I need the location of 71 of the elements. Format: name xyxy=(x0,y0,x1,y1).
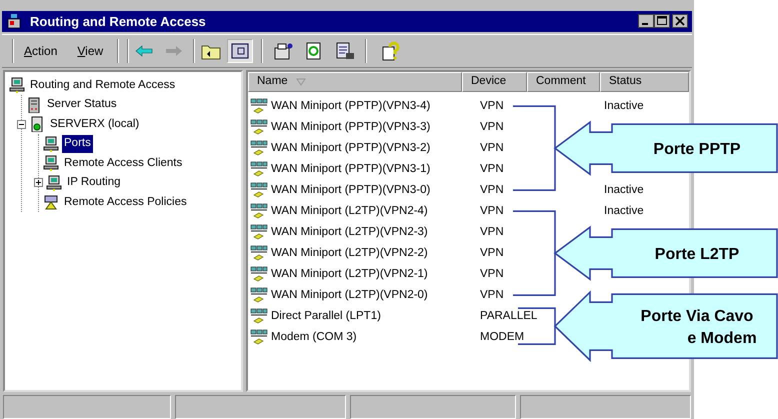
port-name: WAN Miniport (PPTP)(VPN3-3) xyxy=(271,120,430,135)
policy-icon xyxy=(43,194,59,210)
device-type: VPN xyxy=(480,120,504,133)
callout-label: Porte Via Cavo e Modem xyxy=(640,308,757,348)
panel-icon[interactable] xyxy=(227,38,254,63)
device-type: VPN xyxy=(480,268,504,280)
port-name: Direct Parallel (LPT1) xyxy=(271,308,381,324)
column-header[interactable]: Name xyxy=(248,72,462,92)
port-icon xyxy=(250,307,268,326)
expand-icon[interactable] xyxy=(34,178,43,188)
maximize-button[interactable] xyxy=(654,14,670,28)
port-name: Modem (COM 3) xyxy=(271,330,357,345)
device-type: VPN xyxy=(480,100,504,112)
device-type: VPN xyxy=(480,162,504,175)
device-type: MODEM xyxy=(480,330,524,343)
column-header[interactable]: Comment xyxy=(527,72,600,92)
app-icon xyxy=(6,13,22,30)
menu-item[interactable]: View xyxy=(71,42,110,60)
server-icon xyxy=(26,96,42,113)
sort-icon xyxy=(296,78,306,86)
port-icon xyxy=(250,118,268,136)
port-icon xyxy=(250,97,268,116)
port-name: WAN Miniport (PPTP)(VPN3-2) xyxy=(271,140,430,156)
port-status: Inactive xyxy=(604,184,644,196)
close-button[interactable] xyxy=(672,14,688,28)
port-name: WAN Miniport (PPTP)(VPN3-1) xyxy=(271,162,430,177)
computer-icon xyxy=(46,174,62,191)
collapse-icon[interactable] xyxy=(17,120,26,129)
port-status: Inactive xyxy=(604,204,644,217)
tree-item[interactable]: Routing and Remote Access xyxy=(28,76,178,94)
column-header[interactable]: Device xyxy=(462,72,527,92)
tree-item[interactable]: SERVERX (local) xyxy=(48,116,142,134)
port-icon xyxy=(250,286,268,304)
port-icon xyxy=(250,265,268,284)
device-type: VPN xyxy=(480,246,504,259)
callout-label: Porte L2TP xyxy=(654,246,740,264)
port-icon xyxy=(250,202,268,220)
port-icon xyxy=(250,223,268,242)
port-icon xyxy=(250,244,268,262)
device-type: VPN xyxy=(480,226,504,238)
device-type: VPN xyxy=(480,204,504,217)
tree-item[interactable]: Server Status xyxy=(45,96,119,114)
port-name: WAN Miniport (L2TP)(VPN2-3) xyxy=(271,224,428,240)
computer-icon xyxy=(9,77,25,94)
port-icon xyxy=(250,328,268,346)
port-name: WAN Miniport (L2TP)(VPN2-4) xyxy=(271,204,428,219)
tree-item[interactable]: Ports xyxy=(62,135,93,153)
tree-item[interactable]: Remote Access Policies xyxy=(62,194,189,212)
port-name: WAN Miniport (PPTP)(VPN3-4) xyxy=(271,98,430,114)
computer-icon xyxy=(43,155,59,172)
device-type: PARALLEL xyxy=(480,310,538,322)
port-icon xyxy=(250,160,268,178)
port-status: Inactive xyxy=(604,100,644,112)
port-icon xyxy=(250,139,268,158)
callout-label: Porte PPTP xyxy=(653,141,741,158)
port-name: WAN Miniport (L2TP)(VPN2-1) xyxy=(271,266,428,282)
computer-icon xyxy=(43,136,59,152)
port-icon xyxy=(250,181,268,200)
window-title: Routing and Remote Access xyxy=(30,12,206,31)
port-name: WAN Miniport (L2TP)(VPN2-0) xyxy=(271,288,428,303)
minimize-button[interactable] xyxy=(638,14,654,28)
tree-item[interactable]: Remote Access Clients xyxy=(62,154,184,172)
device-type: VPN xyxy=(480,142,504,154)
column-header[interactable]: Status xyxy=(600,72,689,92)
tree-item[interactable]: IP Routing xyxy=(65,174,122,192)
device-type: VPN xyxy=(480,184,504,196)
device-type: VPN xyxy=(480,288,504,301)
menu-item[interactable]: Action xyxy=(18,42,64,60)
port-name: WAN Miniport (L2TP)(VPN2-2) xyxy=(271,246,428,261)
server-icon xyxy=(29,116,45,132)
port-name: WAN Miniport (PPTP)(VPN3-0) xyxy=(271,182,430,198)
